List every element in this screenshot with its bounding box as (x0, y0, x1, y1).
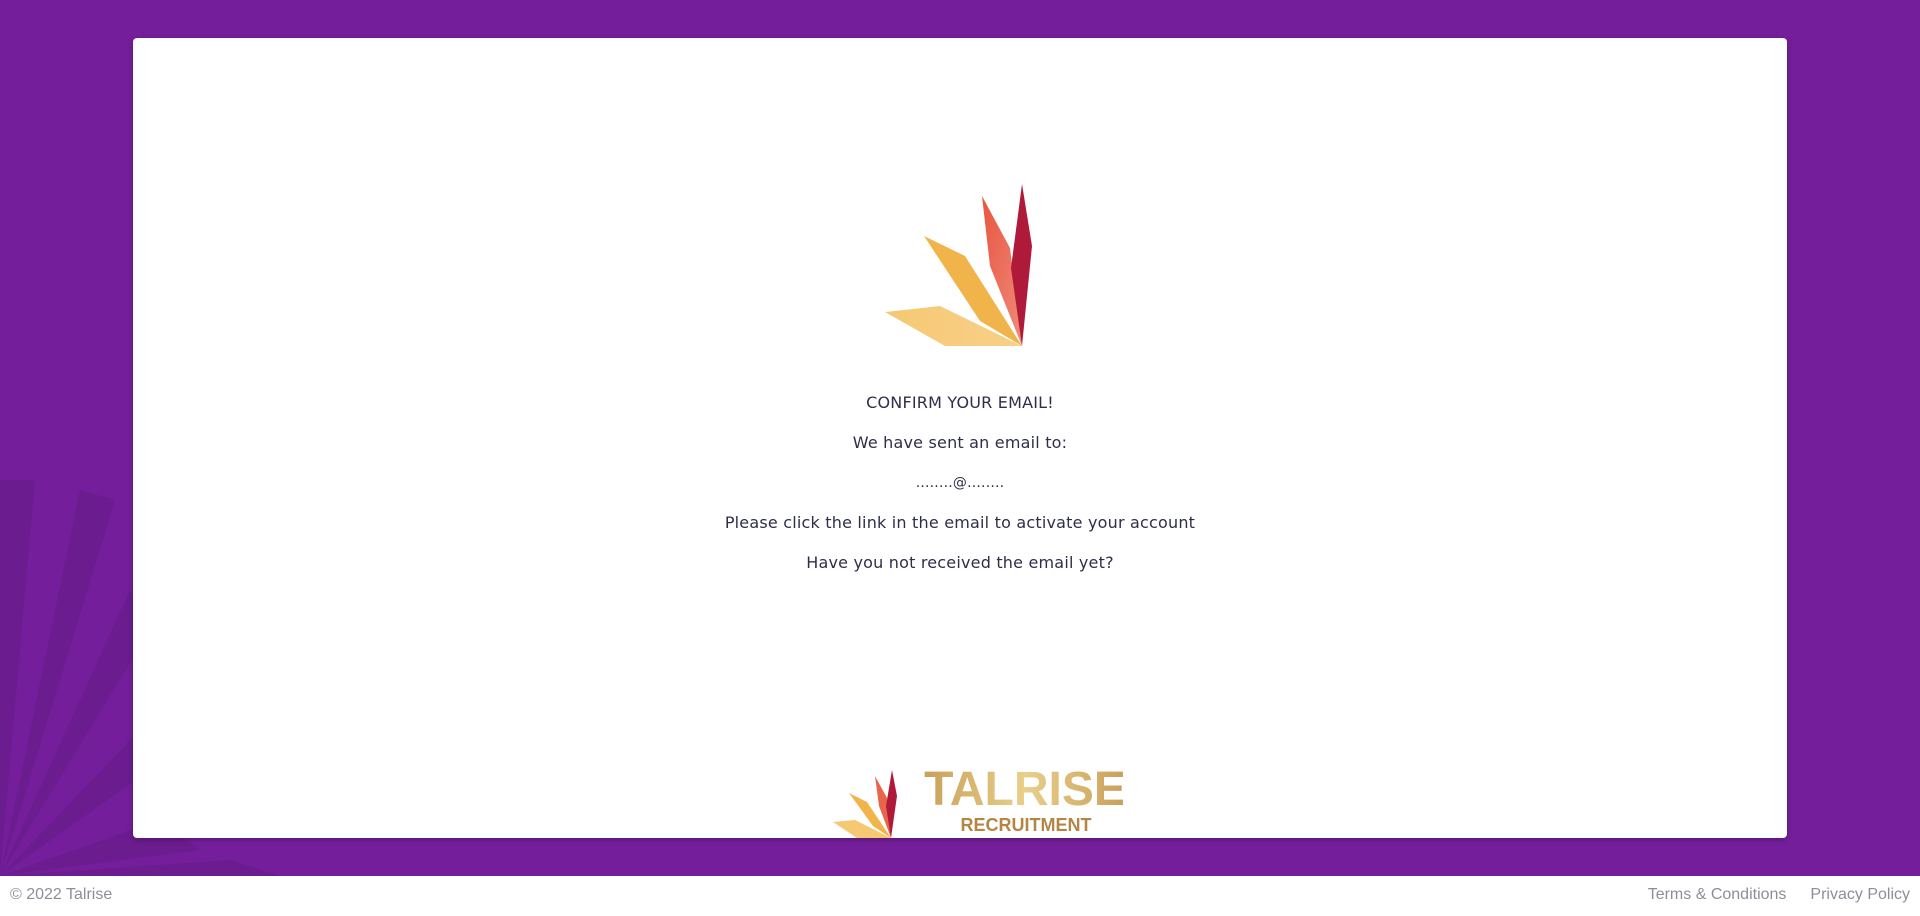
small-emblem-icon (833, 770, 897, 838)
svg-text:TALRISE: TALRISE (924, 763, 1123, 816)
talrise-emblem-logo (885, 184, 1032, 346)
confirmation-messages: CONFIRM YOUR EMAIL! We have sent an emai… (133, 383, 1787, 583)
resend-prompt: Have you not received the email yet? (806, 553, 1114, 572)
talrise-recruitment-logo: TALRISE RECRUITMENT (833, 763, 1123, 838)
terms-and-conditions-link[interactable]: Terms & Conditions (1648, 886, 1787, 904)
activation-instruction: Please click the link in the email to ac… (724, 513, 1196, 532)
page-footer: © 2022 Talrise Terms & Conditions Privac… (0, 876, 1920, 916)
footer-links: Terms & Conditions Privacy Policy (1648, 886, 1910, 904)
confirm-email-card: CONFIRM YOUR EMAIL! We have sent an emai… (133, 38, 1787, 838)
confirm-heading: CONFIRM YOUR EMAIL! (866, 393, 1054, 412)
email-address: ........@........ (915, 475, 1005, 491)
svg-text:RECRUITMENT: RECRUITMENT (961, 815, 1092, 835)
copyright-text: © 2022 Talrise (10, 886, 113, 903)
privacy-policy-link[interactable]: Privacy Policy (1810, 886, 1910, 904)
sent-to-text: We have sent an email to: (852, 433, 1068, 452)
